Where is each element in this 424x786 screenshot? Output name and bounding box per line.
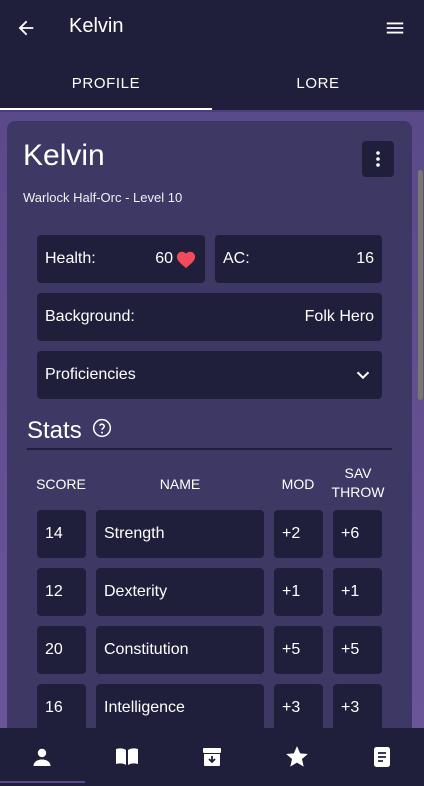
tab-profile[interactable]: PROFILE [0, 56, 212, 110]
background-value: Folk Hero [304, 308, 374, 325]
tab-lore[interactable]: LORE [212, 56, 424, 110]
star-icon [285, 746, 308, 767]
stats-heading: Stats [27, 417, 112, 445]
nav-spellbook[interactable] [85, 728, 170, 786]
ac-value: 16 [356, 250, 374, 267]
stat-save: +1 [333, 568, 382, 616]
tab-bar: PROFILE LORE [0, 56, 424, 110]
health-label: Health: [45, 250, 96, 267]
app-bar-title: Kelvin [69, 15, 124, 37]
stats-title: Stats [27, 417, 82, 444]
book-icon [116, 748, 139, 765]
stat-save: +5 [333, 626, 382, 674]
ac-label: AC: [223, 250, 250, 267]
stats-divider [27, 448, 392, 450]
help-circle-icon[interactable] [92, 417, 112, 445]
nav-inventory[interactable] [170, 728, 255, 786]
stat-score[interactable]: 16 [37, 684, 86, 728]
background-label: Background: [45, 308, 135, 325]
bottom-nav [0, 728, 424, 786]
app-bar: Kelvin [0, 0, 424, 56]
header-sav-throw: SAV THROW [331, 465, 385, 500]
stat-mod: +5 [274, 626, 323, 674]
stat-name: Constitution [96, 626, 264, 674]
header-mod: MOD [281, 476, 315, 492]
ac-box[interactable]: AC: 16 [215, 235, 382, 283]
background-box[interactable]: Background: Folk Hero [37, 293, 382, 341]
stat-save: +6 [333, 510, 382, 558]
character-subtitle: Warlock Half-Orc - Level 10 [23, 190, 183, 205]
stat-name: Strength [96, 510, 264, 558]
stat-mod: +3 [274, 684, 323, 728]
proficiencies-label: Proficiencies [45, 366, 136, 383]
stat-score[interactable]: 20 [37, 626, 86, 674]
stat-score[interactable]: 14 [37, 510, 86, 558]
chevron-down-icon [352, 364, 374, 386]
header-score: SCORE [36, 476, 86, 492]
stat-score[interactable]: 12 [37, 568, 86, 616]
health-value: 60 [155, 250, 173, 267]
stat-name: Dexterity [96, 568, 264, 616]
nav-notes[interactable] [339, 728, 424, 786]
archive-icon [202, 748, 221, 766]
more-options-icon[interactable] [362, 141, 394, 177]
stat-mod: +2 [274, 510, 323, 558]
proficiencies-dropdown[interactable]: Proficiencies [37, 351, 382, 399]
nav-favorites[interactable] [254, 728, 339, 786]
heart-icon [176, 251, 196, 269]
character-name: Kelvin [23, 139, 105, 172]
scrollbar[interactable] [418, 170, 423, 400]
notes-icon [373, 747, 390, 767]
person-icon [33, 748, 51, 766]
header-name: NAME [159, 476, 201, 492]
health-box[interactable]: Health: 60 [37, 235, 205, 283]
hamburger-menu-icon[interactable] [384, 17, 406, 39]
profile-content[interactable]: Kelvin Warlock Half-Orc - Level 10 Healt… [0, 112, 424, 728]
stat-mod: +1 [274, 568, 323, 616]
back-arrow-icon[interactable] [12, 14, 40, 42]
stat-name: Intelligence [96, 684, 264, 728]
character-card: Kelvin Warlock Half-Orc - Level 10 Healt… [7, 121, 412, 728]
nav-profile[interactable] [0, 728, 85, 786]
stat-save: +3 [333, 684, 382, 728]
